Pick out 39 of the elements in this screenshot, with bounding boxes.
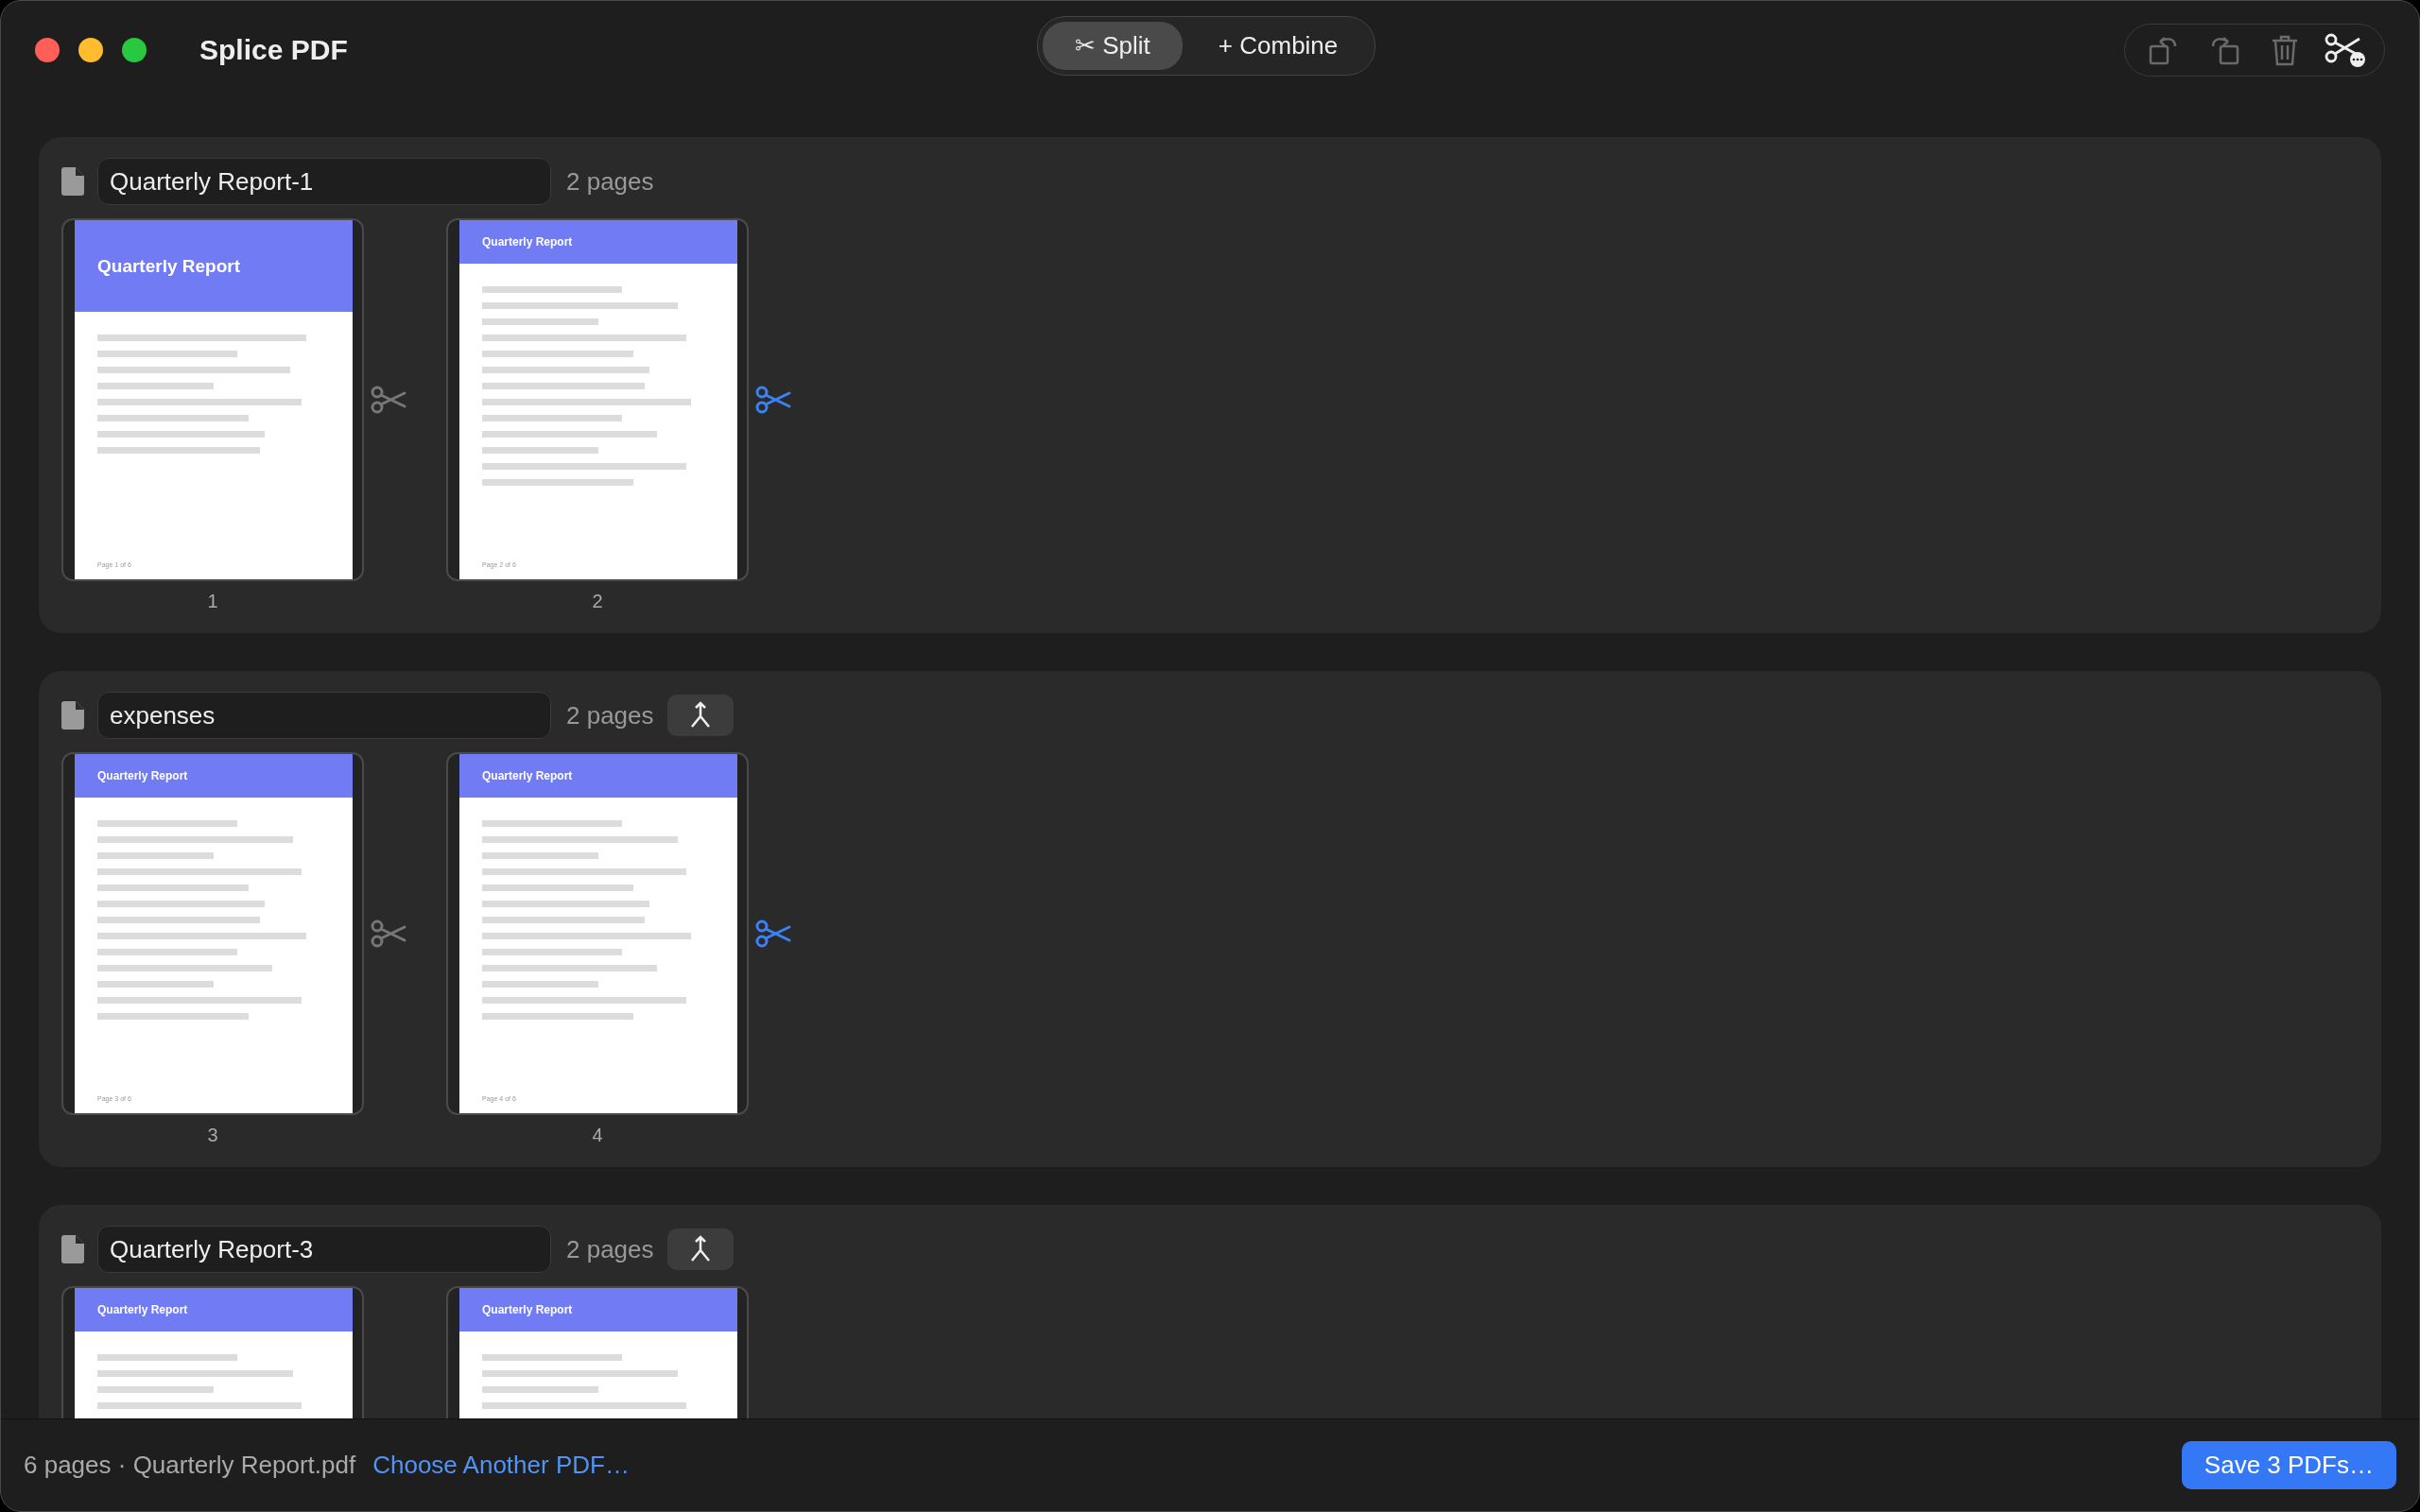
zoom-button[interactable]	[122, 38, 147, 62]
document-icon	[61, 1235, 84, 1263]
page-number: 4	[592, 1125, 603, 1146]
save-button[interactable]: Save 3 PDFs…	[2181, 1441, 2396, 1489]
minimize-button[interactable]	[78, 38, 103, 62]
window-title: Splice PDF	[199, 34, 348, 66]
page-number: 2	[592, 591, 603, 612]
scissors-icon[interactable]	[754, 919, 792, 948]
page-number: 1	[207, 591, 218, 612]
document-icon	[61, 167, 84, 196]
document-name-field[interactable]: expenses	[97, 692, 551, 739]
merge-icon	[688, 1235, 712, 1263]
scissors-icon[interactable]	[370, 919, 407, 948]
page-count: 2 pages	[566, 166, 654, 197]
close-button[interactable]	[35, 38, 60, 62]
document-icon	[61, 701, 84, 730]
page-heading: Quarterly Report	[75, 754, 353, 798]
page-number: 3	[207, 1125, 218, 1146]
scissors-icon[interactable]	[370, 386, 407, 414]
scissors-icon[interactable]	[754, 386, 792, 414]
choose-pdf-link[interactable]: Choose Another PDF…	[372, 1451, 630, 1480]
merge-button[interactable]	[666, 695, 734, 736]
scissors-more-icon[interactable]	[2324, 31, 2367, 69]
page-thumbnail[interactable]: Quarterly Report	[446, 1286, 749, 1418]
page-heading: Quarterly Report	[459, 220, 737, 264]
mode-tab[interactable]: + Combine	[1185, 22, 1371, 70]
page-heading: Quarterly Report	[459, 1288, 737, 1332]
page-count: 2 pages	[566, 1234, 654, 1264]
page-heading: Quarterly Report	[75, 1288, 353, 1332]
merge-icon	[688, 701, 712, 730]
document-name-field[interactable]: Quarterly Report-1	[97, 158, 551, 205]
document-summary: 6 pages · Quarterly Report.pdf	[24, 1451, 356, 1480]
page-heading: Quarterly Report	[459, 754, 737, 798]
page-thumbnail[interactable]: Quarterly Report	[61, 1286, 364, 1418]
merge-button[interactable]	[666, 1228, 734, 1270]
page-heading: Quarterly Report	[75, 220, 353, 312]
mode-tab[interactable]: ✂ Split	[1043, 22, 1183, 70]
document-name-field[interactable]: Quarterly Report-3	[97, 1226, 551, 1273]
page-count: 2 pages	[566, 700, 654, 730]
